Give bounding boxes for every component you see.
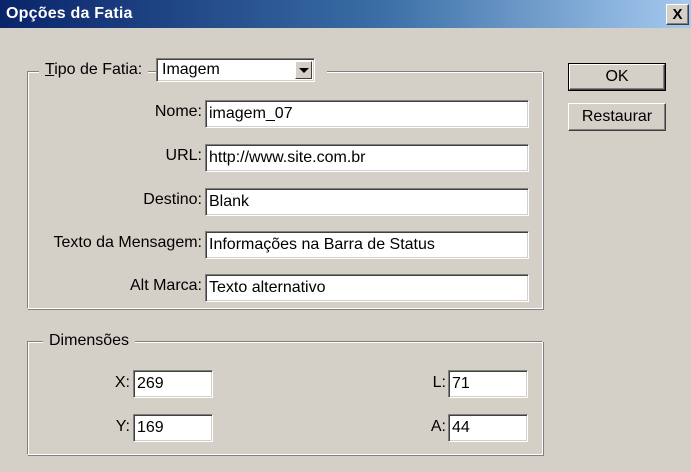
name-label: Nome: (154, 103, 202, 120)
legend-gap (315, 69, 327, 73)
x-field[interactable]: 269 (133, 370, 213, 398)
slice-type-legend: Tipo de Fatia: (39, 60, 149, 80)
alt-field[interactable]: Texto alternativo (205, 274, 529, 302)
ok-button-label: OK (605, 68, 629, 85)
target-field[interactable]: Blank (205, 188, 529, 216)
alt-label: Alt Marca: (129, 277, 202, 294)
reset-button[interactable]: Restaurar (568, 103, 666, 131)
l-label: L: (432, 374, 446, 391)
ok-button[interactable]: OK (568, 63, 666, 91)
slice-type-label: Tipo de Fatia: (45, 61, 143, 78)
x-label: X: (114, 374, 130, 391)
y-field[interactable]: 169 (133, 414, 213, 442)
window-title: Opções da Fatia (6, 5, 133, 22)
l-field[interactable]: 71 (448, 370, 528, 398)
url-label: URL: (165, 147, 202, 164)
a-label: A: (430, 418, 446, 435)
message-field[interactable]: Informações na Barra de Status (205, 231, 529, 259)
dimensions-legend: Dimensões (43, 331, 136, 351)
a-field[interactable]: 44 (448, 414, 528, 442)
name-field[interactable]: imagem_07 (205, 100, 529, 128)
reset-button-label: Restaurar (581, 108, 653, 125)
url-field[interactable]: http://www.site.com.br (205, 144, 529, 172)
slice-type-value: Imagem (162, 61, 220, 78)
title-bar[interactable]: Opções da Fatia X (0, 0, 691, 28)
target-label: Destino: (143, 191, 202, 208)
slice-type-select[interactable]: Imagem (156, 58, 315, 82)
y-label: Y: (115, 418, 130, 435)
close-button[interactable]: X (666, 4, 689, 25)
close-icon: X (672, 6, 683, 23)
message-label: Texto da Mensagem: (53, 234, 202, 251)
chevron-down-icon[interactable] (295, 61, 312, 79)
dialog-window: Opções da Fatia X Tipo de Fatia: Imagem … (0, 0, 691, 472)
